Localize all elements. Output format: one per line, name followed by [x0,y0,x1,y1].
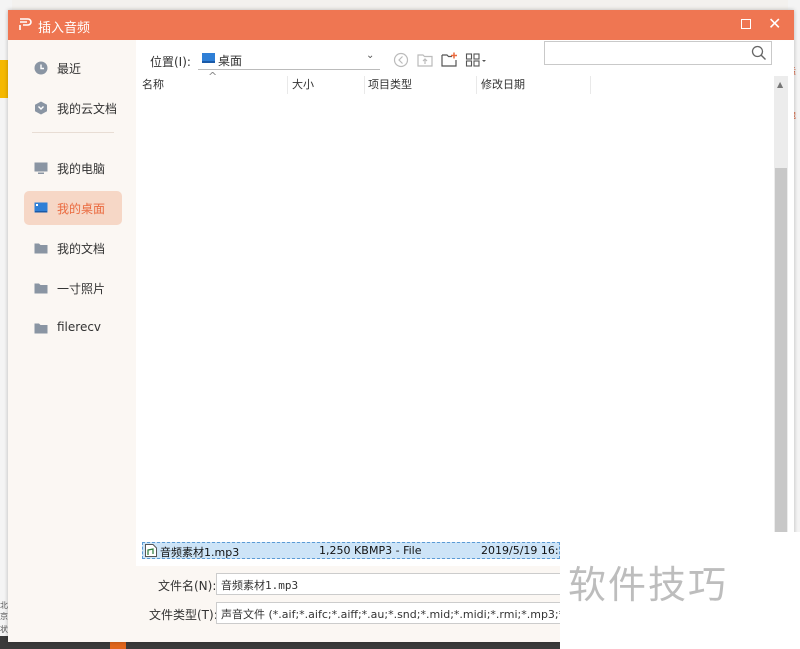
search-icon [751,45,766,60]
search-input[interactable] [544,41,772,65]
location-value: 桌面 [218,54,243,68]
folder-icon [34,243,48,254]
close-button[interactable]: ✕ [768,15,781,33]
background-left-mark: 状 [0,625,8,634]
sidebar-item-filerecv[interactable]: filerecv [24,311,122,345]
filetype-value: 声音文件 (*.aif;*.aifc;*.aiff;*.au;*.snd;*.m… [221,608,575,621]
sidebar-item-label: 我的电脑 [57,162,106,176]
sort-caret-icon: ^ [208,70,218,83]
new-folder-icon[interactable] [440,51,458,69]
computer-icon [34,162,48,174]
sidebar-item-label: 一寸照片 [57,282,106,296]
file-name: 音频素材1.mp3 [160,546,240,559]
column-header-size[interactable]: 大小 [292,76,314,94]
cloud-doc-icon [35,101,47,115]
view-options-icon[interactable] [465,51,489,69]
sidebar-divider [32,132,114,133]
filename-label: 文件名(N): [158,579,217,593]
column-header-modified[interactable]: 修改日期 [481,76,525,94]
file-type: MP3 - File [369,544,422,557]
vertical-scrollbar[interactable]: ▲ [774,76,788,544]
sidebar-item-my-desktop[interactable]: 我的桌面 [24,191,122,225]
sidebar-item-label: 最近 [57,62,82,76]
dialog-title: 插入音频 [38,21,91,36]
sidebar-item-my-documents[interactable]: 我的文档 [24,231,122,265]
desktop-icon [202,53,215,63]
location-label: 位置(I): [150,55,191,69]
column-divider[interactable] [476,76,477,94]
folder-icon [34,283,48,294]
column-divider[interactable] [287,76,288,94]
folder-icon [34,323,48,334]
back-icon[interactable] [392,51,410,69]
up-folder-icon[interactable] [416,51,434,69]
chevron-down-icon: ⌄ [366,50,375,61]
watermark-text: 软件技巧 [568,563,729,607]
location-toolbar: 位置(I): 桌面 ⌄ [136,40,794,76]
filetype-select[interactable]: 声音文件 (*.aif;*.aifc;*.aiff;*.au;*.snd;*.m… [216,602,576,624]
column-header-name[interactable]: 名称 [142,76,164,94]
filename-field[interactable]: 音频素材1.mp3 [216,573,576,595]
wps-logo-icon [19,18,32,30]
clock-icon [34,61,48,75]
sidebar-item-label: 我的云文档 [57,102,118,116]
filename-value: 音频素材1.mp3 [221,579,299,592]
column-divider[interactable] [590,76,591,94]
maximize-button[interactable] [741,19,751,29]
file-size: 1,250 KB [319,544,369,557]
table-row[interactable]: 音频素材1.mp3 1,250 KB MP3 - File 2019/5/19 … [142,542,573,559]
sidebar: 最近 我的云文档 我的电脑 我的桌面 我的文档 一寸照片 filerecv [8,40,136,642]
sidebar-item-label: 我的桌面 [57,202,106,216]
sidebar-item-my-computer[interactable]: 我的电脑 [24,151,122,185]
audio-file-icon [145,544,157,557]
file-list: 名称 ^ 大小 项目类型 修改日期 [136,70,774,544]
column-header-type[interactable]: 项目类型 [368,76,412,94]
watermark: 软件技巧 [560,532,800,649]
sidebar-item-label: 我的文档 [57,242,106,256]
sidebar-item-recent[interactable]: 最近 [24,51,122,85]
filetype-label: 文件类型(T): [149,608,218,622]
sidebar-item-cloud-docs[interactable]: 我的云文档 [24,91,122,125]
scrollbar-thumb[interactable] [775,168,787,540]
file-modified: 2019/5/19 16:15 [481,544,573,557]
desktop-icon [34,202,48,213]
location-dropdown[interactable]: 桌面 ⌄ [198,49,380,70]
title-bar: 插入音频 ✕ [8,10,794,40]
sidebar-item-one-inch-photos[interactable]: 一寸照片 [24,271,122,305]
sidebar-item-label: filerecv [57,320,102,334]
scroll-up-icon[interactable]: ▲ [777,80,783,89]
column-divider[interactable] [364,76,365,94]
